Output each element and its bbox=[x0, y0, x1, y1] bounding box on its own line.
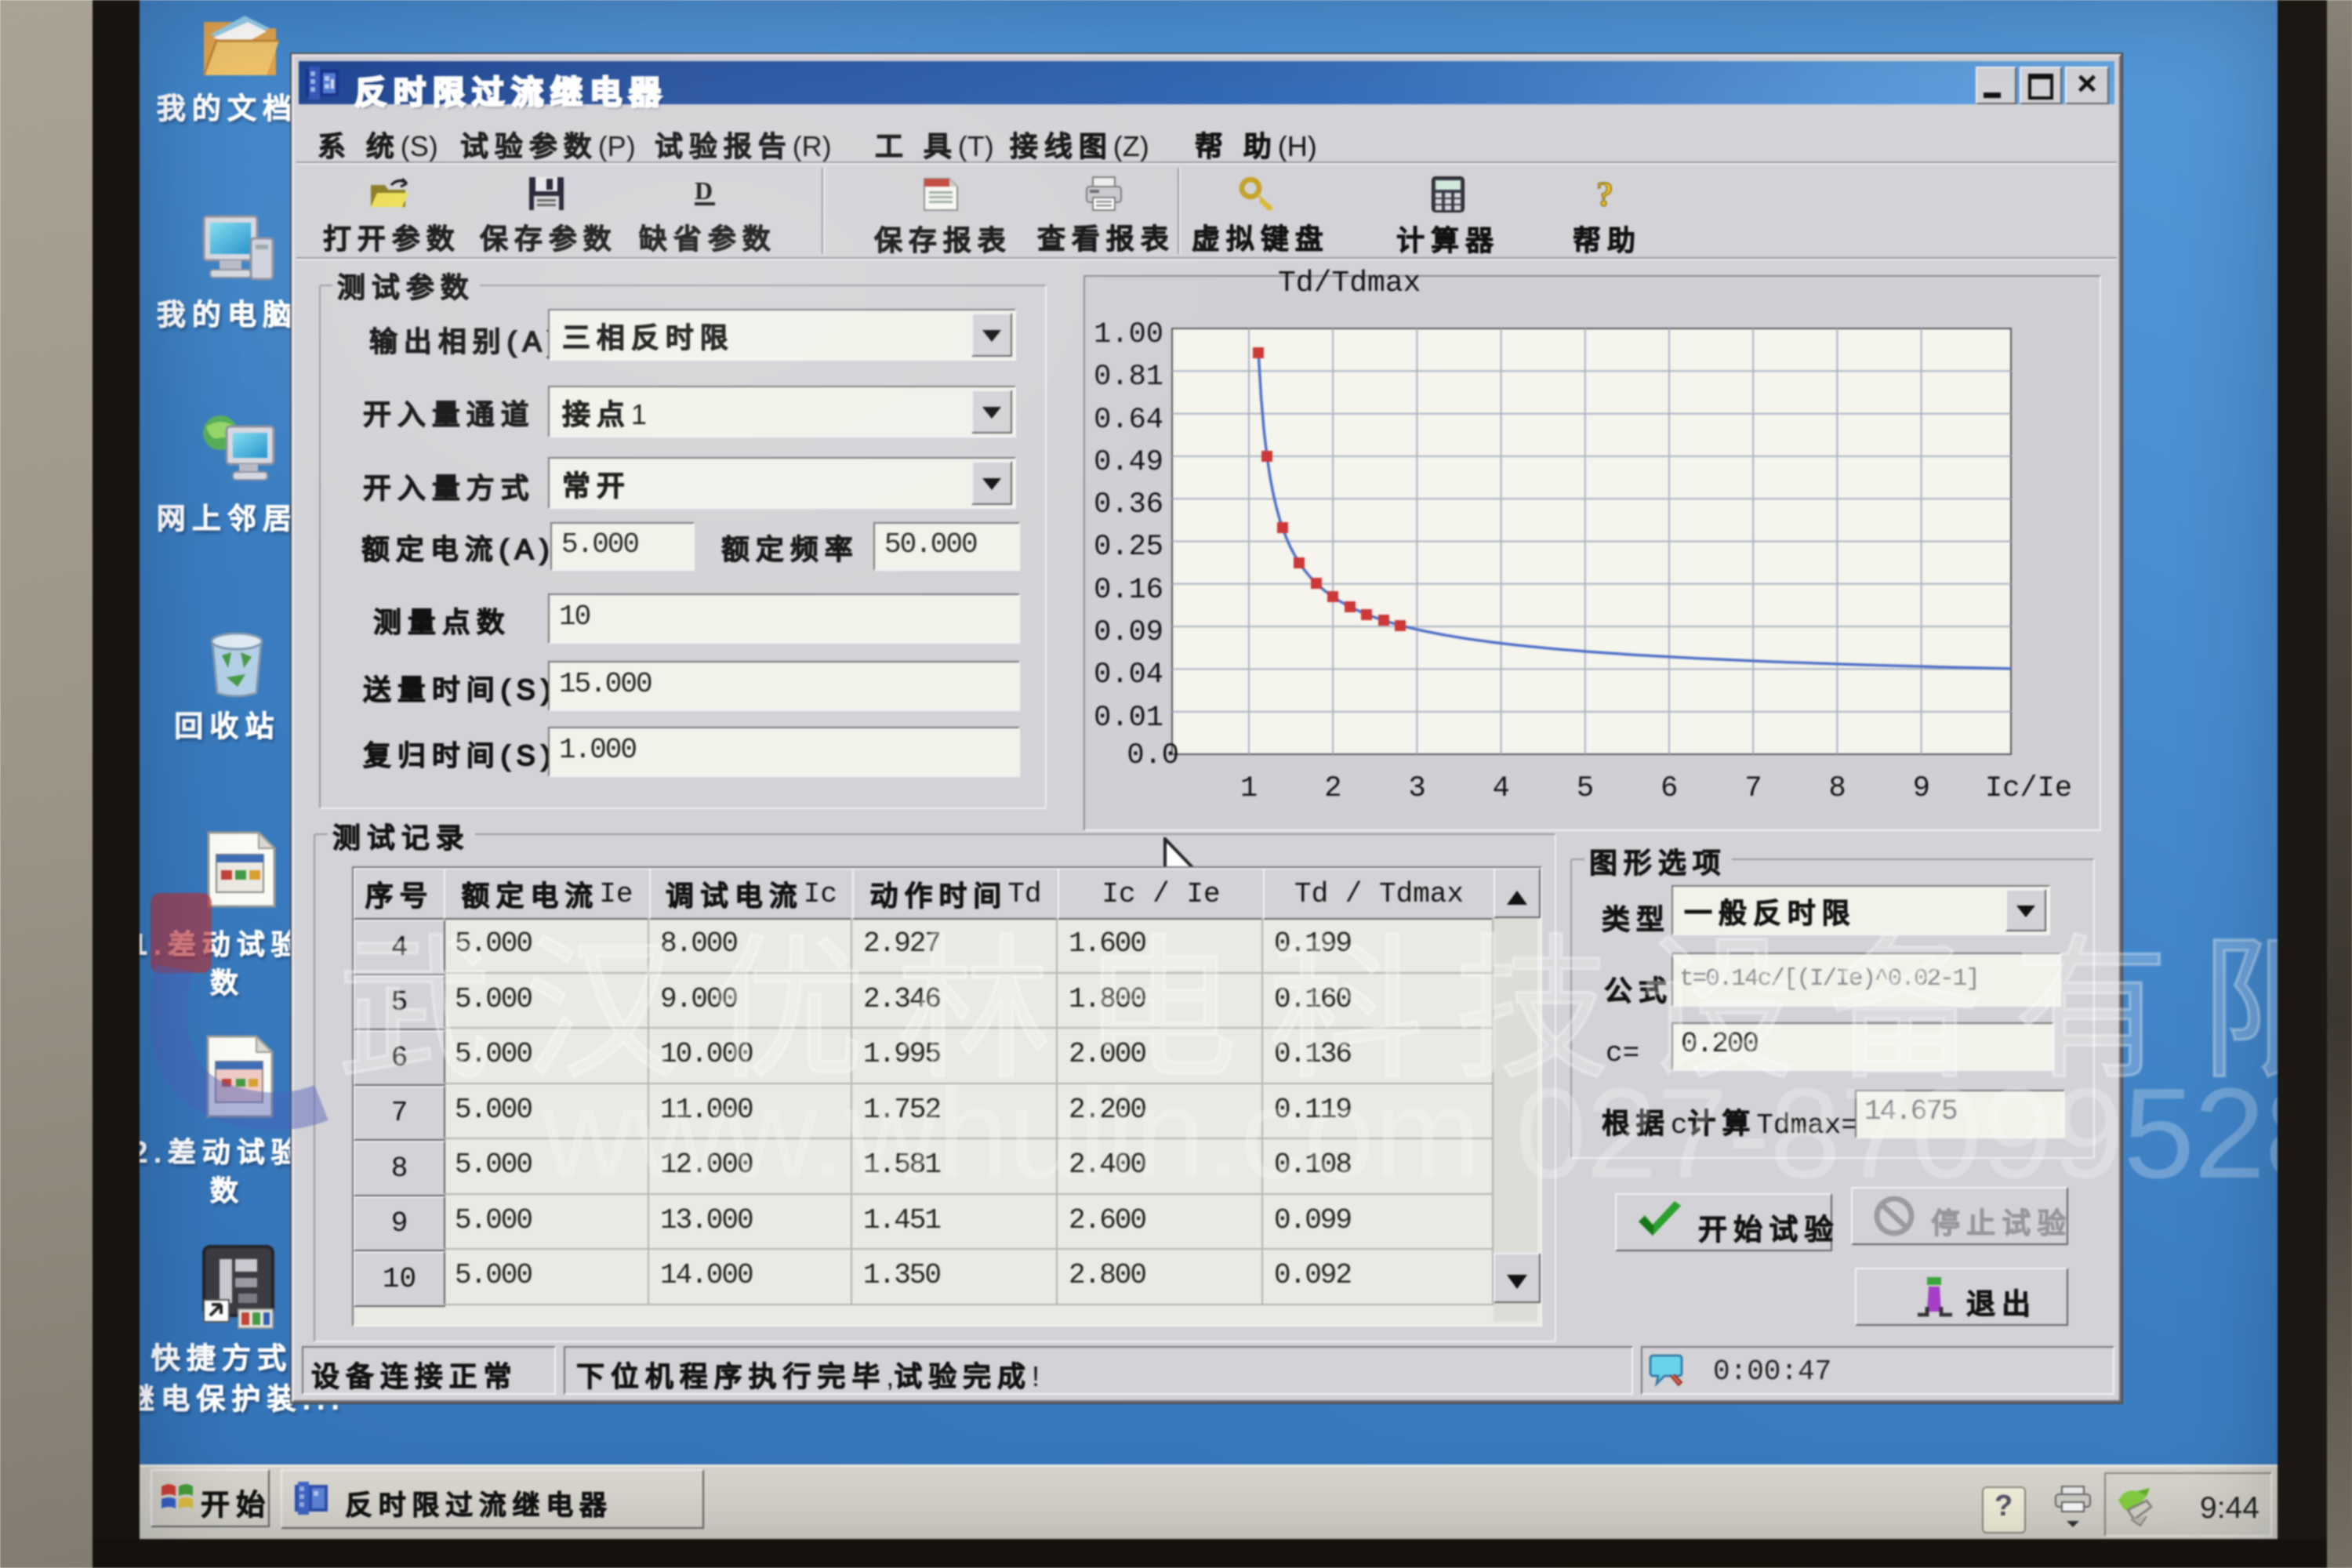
svg-text:?: ? bbox=[1596, 176, 1613, 213]
svg-text:D: D bbox=[695, 176, 713, 205]
